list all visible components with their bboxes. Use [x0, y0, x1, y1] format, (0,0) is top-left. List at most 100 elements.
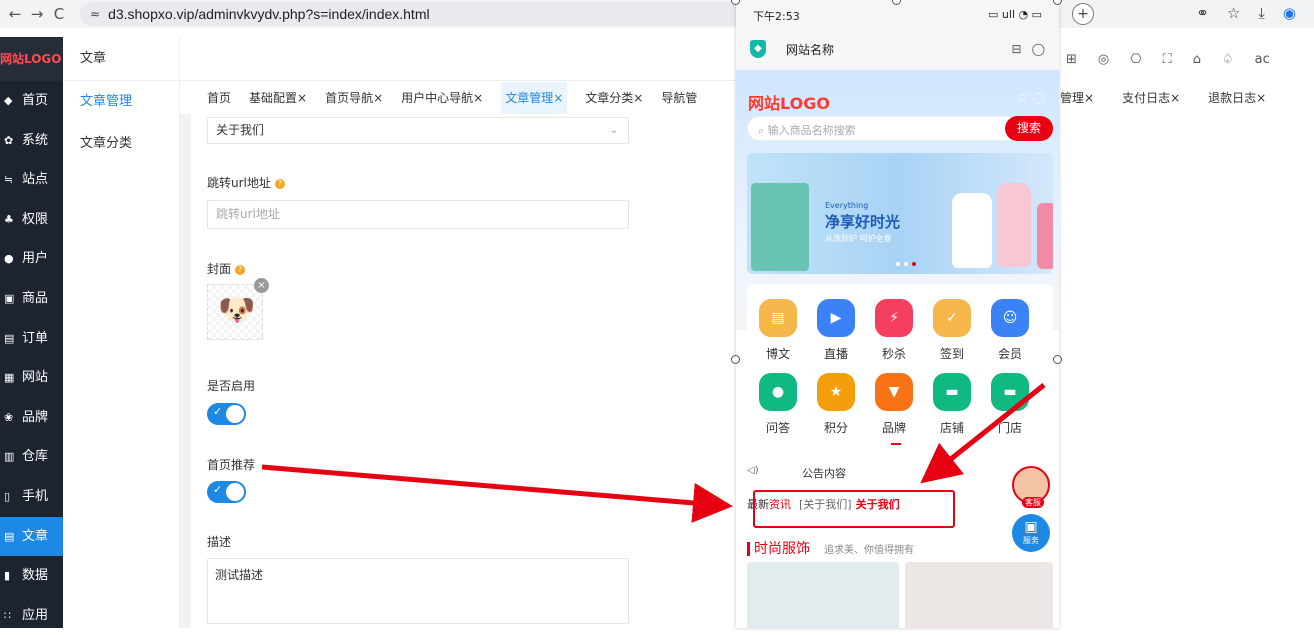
sidebar-item-7[interactable]: ▦ 网站 [0, 358, 63, 398]
bell-icon[interactable]: ♤ [1222, 52, 1234, 67]
product-image[interactable] [905, 562, 1053, 628]
tab-payment-log[interactable]: 支付日志× [1122, 82, 1180, 114]
grid-item-icon: ▼ [875, 373, 913, 411]
forward-icon[interactable]: → [26, 5, 48, 23]
annotation-highlight-box [753, 490, 955, 528]
screen-icon[interactable]: ⊞ [1066, 52, 1077, 67]
tab-nav-manage[interactable]: 导航管 [661, 82, 697, 114]
grid-item-icon: ▬ [991, 373, 1029, 411]
sidebar-item-label: 站点 [22, 172, 49, 188]
sidebar-item-icon: ∷ [4, 608, 11, 622]
tab-home[interactable]: 首页 [207, 82, 231, 114]
grid-item-1[interactable]: ▶ 直播 [811, 299, 861, 362]
tab-basic-config[interactable]: 基础配置× [249, 82, 307, 114]
product-image[interactable] [747, 562, 899, 628]
phone-logo[interactable]: 网站LOGO [748, 90, 830, 114]
sub-sidebar-title: 文章 [63, 37, 179, 81]
grid-item-0[interactable]: ▤ 博文 [753, 299, 803, 362]
phone-search-button[interactable]: 搜索 [1005, 116, 1053, 141]
sidebar-item-icon: ❀ [4, 410, 14, 424]
browser-toolbar: ← → C ≈ d3.shopxo.vip/adminvkvydv.php?s=… [0, 0, 1314, 28]
jump-url-input[interactable]: 跳转url地址 [207, 200, 629, 229]
reload-icon[interactable]: C [48, 5, 70, 23]
phone-search-bar[interactable]: ⌕ 输入商品名称搜索 搜索 [747, 116, 1053, 141]
header-tools: ⊞ ◎ ⎔ ⛶ ⌂ ♤ ac [1058, 37, 1314, 81]
phone-search-input[interactable]: ⌕ 输入商品名称搜索 [758, 122, 856, 138]
sidebar-item-2[interactable]: ≒ 站点 [0, 160, 63, 200]
bookmark-icon[interactable]: ⊟ [1012, 42, 1022, 56]
help-icon[interactable]: ? [274, 178, 285, 189]
grid-item-2[interactable]: ⚡ 秒杀 [869, 299, 919, 362]
account-icon[interactable]: ◉ [1283, 4, 1296, 22]
tab-manage[interactable]: 管理× [1060, 82, 1094, 114]
resize-handle[interactable] [731, 355, 740, 364]
phone-notice[interactable]: ◁) 公告内容 [747, 463, 1053, 483]
phone-banner[interactable]: Everything 净享好时光 从洗到护 呵护全身 [747, 153, 1053, 274]
sidebar-item-11[interactable]: ▤ 文章 [0, 516, 63, 557]
resize-handle[interactable] [1053, 355, 1062, 364]
jump-url-label-text: 跳转url地址 [207, 176, 271, 190]
grid-item-3[interactable]: ✓ 签到 [927, 299, 977, 362]
sub-item-article-manage[interactable]: 文章管理 [63, 81, 179, 123]
remove-cover-icon[interactable]: × [254, 278, 269, 293]
sidebar-item-8[interactable]: ❀ 品牌 [0, 398, 63, 438]
cover-image[interactable]: 🐶 × [207, 278, 269, 340]
tab-article-category[interactable]: 文章分类× [585, 82, 643, 114]
enabled-toggle[interactable]: ✓ [207, 403, 246, 425]
sidebar-item-4[interactable]: ● 用户 [0, 239, 63, 279]
category-select[interactable]: 关于我们 ⌄ [207, 117, 629, 144]
service-float[interactable]: ▣ 服务 [1012, 514, 1050, 552]
home-recommend-toggle[interactable]: ✓ [207, 481, 246, 503]
tab-bar: 首页 基础配置× 首页导航× 用户中心导航× 文章管理× 文章分类× 导航管 [180, 82, 715, 114]
sidebar-item-icon: ≒ [4, 173, 14, 187]
home-icon[interactable]: ⌂ [1193, 52, 1201, 67]
new-tab-icon[interactable]: + [1072, 3, 1094, 25]
sidebar-item-5[interactable]: ▣ 商品 [0, 279, 63, 319]
jump-url-label: 跳转url地址? [207, 174, 285, 191]
bookmark-star-icon[interactable]: ☆ [1227, 4, 1240, 22]
help-icon[interactable]: ? [235, 264, 246, 275]
tab-article-manage[interactable]: 文章管理× [501, 82, 568, 114]
phone-header-icons[interactable]: ☆ ◌ [1016, 90, 1045, 106]
sidebar-item-6[interactable]: ▤ 订单 [0, 319, 63, 359]
sub-item-article-category[interactable]: 文章分类 [63, 123, 179, 165]
refresh-icon[interactable]: ◯ [1032, 42, 1045, 56]
check-icon: ✓ [213, 483, 223, 496]
password-key-icon[interactable]: ⚭ [1196, 4, 1209, 22]
theme-icon[interactable]: ◎ [1098, 52, 1109, 67]
sidebar-item-1[interactable]: ✿ 系统 [0, 121, 63, 161]
back-icon[interactable]: ← [4, 5, 26, 23]
tab-user-center-nav[interactable]: 用户中心导航× [401, 82, 483, 114]
sidebar-item-label: 网站 [22, 370, 49, 386]
sidebar-item-3[interactable]: ♣ 权限 [0, 200, 63, 240]
customer-service-float[interactable]: 客服 [1012, 466, 1050, 508]
grid-item-4[interactable]: ☺ 会员 [985, 299, 1035, 362]
sidebar-item-13[interactable]: ∷ 应用 [0, 596, 63, 635]
grid-item-9[interactable]: ▬ 门店 [985, 373, 1035, 436]
sidebar-item-icon: ▤ [4, 529, 15, 543]
download-icon[interactable]: ⤓ [1258, 4, 1265, 22]
tab-home-nav[interactable]: 首页导航× [325, 82, 383, 114]
grid-item-7[interactable]: ▼ 品牌 [869, 373, 919, 436]
check-icon: ✓ [213, 405, 223, 418]
sidebar-item-label: 商品 [22, 290, 49, 306]
grid-item-6[interactable]: ★ 积分 [811, 373, 861, 436]
grid-item-8[interactable]: ▬ 店铺 [927, 373, 977, 436]
store-icon[interactable]: ⎔ [1130, 52, 1141, 67]
admin-username[interactable]: ac [1255, 52, 1270, 67]
grid-item-icon: ☺ [991, 299, 1029, 337]
sidebar-item-9[interactable]: ▥ 仓库 [0, 437, 63, 477]
site-settings-icon[interactable]: ≈ [90, 7, 100, 21]
tab-refund-log[interactable]: 退款日志× [1208, 82, 1266, 114]
sidebar-item-0[interactable]: ◆ 首页 [0, 81, 63, 121]
url-text[interactable]: d3.shopxo.vip/adminvkvydv.php?s=index/in… [108, 6, 430, 22]
description-textarea[interactable]: 测试描述 [207, 558, 629, 624]
admin-logo[interactable]: 网站LOGO [0, 37, 63, 81]
fullscreen-icon[interactable]: ⛶ [1163, 52, 1172, 67]
sidebar-item-12[interactable]: ▮ 数据 [0, 556, 63, 596]
grid-item-icon: ● [759, 373, 797, 411]
address-bar[interactable]: ≈ d3.shopxo.vip/adminvkvydv.php?s=index/… [80, 2, 780, 26]
banner-subtitle: 从洗到护 呵护全身 [825, 234, 892, 243]
sidebar-item-10[interactable]: ▯ 手机 [0, 477, 63, 517]
grid-item-5[interactable]: ● 问答 [753, 373, 803, 436]
